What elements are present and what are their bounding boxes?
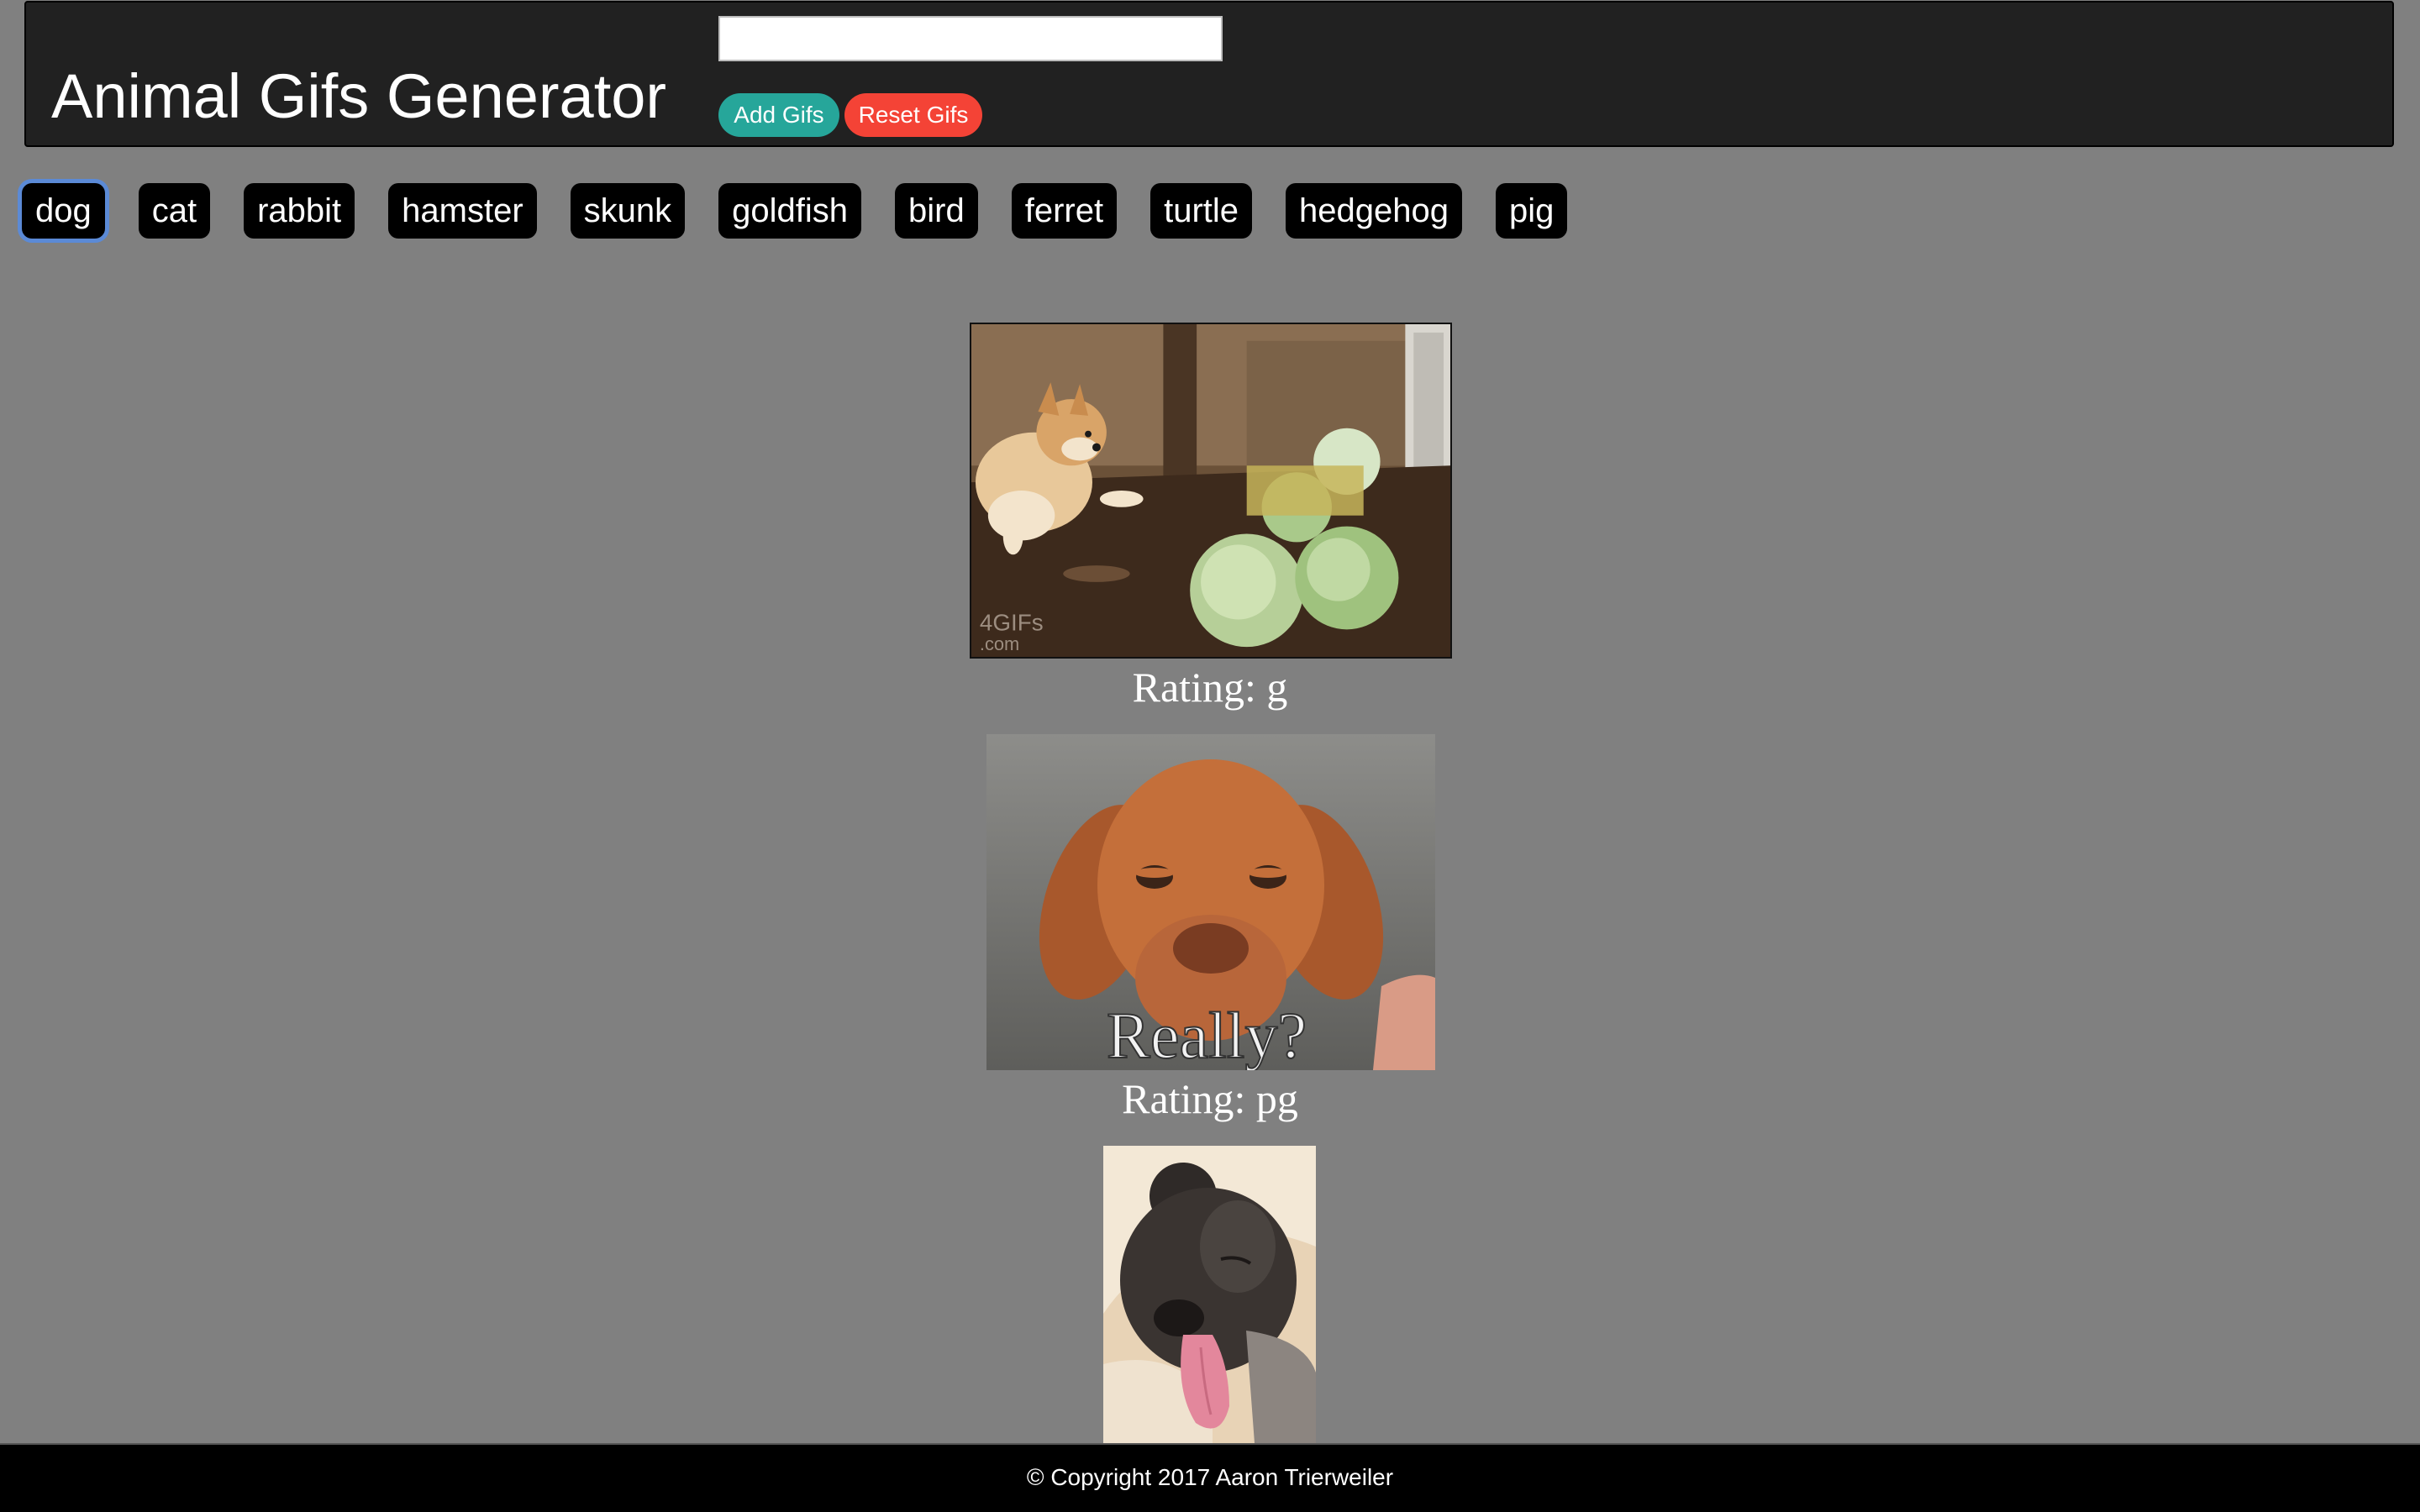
gif-image-corgi[interactable]: 4GIFs .com: [970, 323, 1452, 659]
animal-button-ferret[interactable]: ferret: [1011, 183, 1118, 239]
gif-image-sleeping-dog[interactable]: [1103, 1146, 1316, 1443]
animal-button-goldfish[interactable]: goldfish: [718, 183, 862, 239]
animal-button-skunk[interactable]: skunk: [570, 183, 686, 239]
animal-button-pig[interactable]: pig: [1496, 183, 1568, 239]
animal-button-bird[interactable]: bird: [895, 183, 978, 239]
animal-buttons-row: dog cat rabbit hamster skunk goldfish bi…: [22, 181, 1601, 240]
animal-button-dog[interactable]: dog: [22, 183, 105, 239]
page: Animal Gifs Generator Add Gifs Reset Gif…: [0, 0, 2420, 1512]
svg-text:.com: .com: [980, 633, 1019, 654]
gif-caption-text: Really?: [1107, 999, 1307, 1070]
corgi-dog-picture: 4GIFs .com: [971, 324, 1450, 657]
add-gifs-button[interactable]: Add Gifs: [718, 93, 839, 137]
reset-gifs-button[interactable]: Reset Gifs: [844, 93, 982, 137]
puppy-dog-picture: Really?: [986, 734, 1435, 1070]
animal-button-cat[interactable]: cat: [138, 183, 211, 239]
animal-button-hamster[interactable]: hamster: [388, 183, 537, 239]
gif-watermark-text: 4GIFs: [980, 609, 1044, 635]
animal-input[interactable]: [718, 16, 1223, 61]
animal-button-rabbit[interactable]: rabbit: [244, 183, 355, 239]
gif-rating-1: Rating: g: [1132, 664, 1288, 711]
gif-rating-2: Rating: pg: [1122, 1075, 1298, 1122]
header-bar: Animal Gifs Generator Add Gifs Reset Gif…: [24, 1, 2394, 147]
app-title: Animal Gifs Generator: [51, 61, 667, 131]
animal-button-turtle[interactable]: turtle: [1150, 183, 1253, 239]
animal-button-hedgehog[interactable]: hedgehog: [1286, 183, 1463, 239]
footer: © Copyright 2017 Aaron Trierweiler: [0, 1443, 2420, 1512]
gif-image-puppy[interactable]: Really?: [986, 734, 1435, 1070]
copyright-text: © Copyright 2017 Aaron Trierweiler: [1026, 1464, 1394, 1490]
sleeping-dog-picture: [1103, 1146, 1316, 1443]
